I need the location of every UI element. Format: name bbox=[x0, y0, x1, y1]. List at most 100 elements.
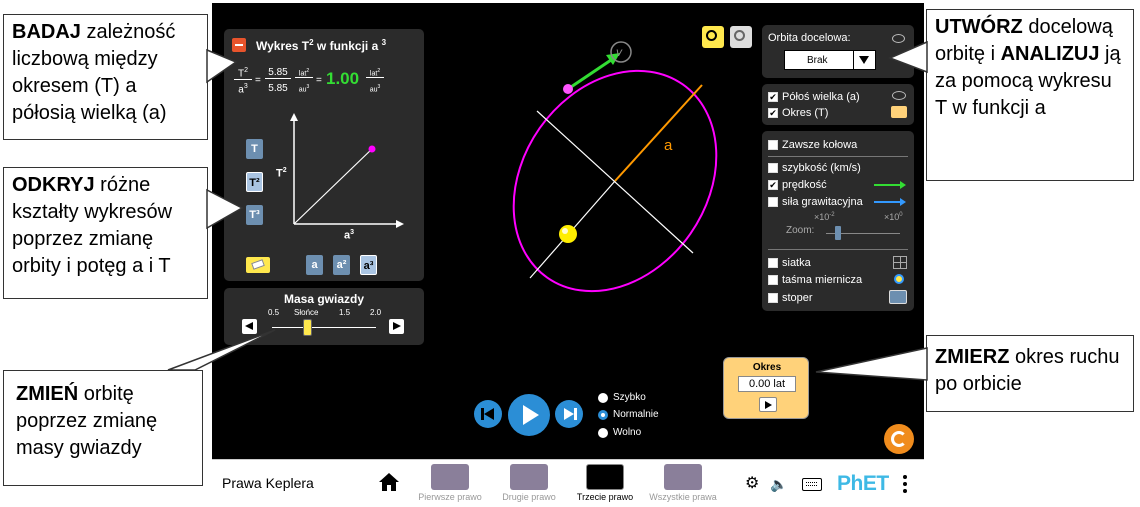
period-title: Okres bbox=[752, 362, 782, 373]
target-orbit-select[interactable]: Brak bbox=[784, 50, 876, 70]
callout-utworz: UTWÓRZ docelową orbitę i ANALIZUJ ją za … bbox=[926, 9, 1134, 181]
settings-button[interactable]: ⚙ bbox=[745, 476, 759, 492]
divider bbox=[768, 249, 908, 250]
stopwatch-checkbox[interactable]: stoper bbox=[768, 292, 813, 304]
radio-icon bbox=[598, 427, 608, 438]
mass-tick-sun: Słońce bbox=[294, 308, 319, 317]
target-orbit-label: Orbita docelowa: bbox=[768, 32, 851, 44]
menu-button[interactable] bbox=[902, 474, 908, 494]
mass-slider-thumb[interactable] bbox=[303, 319, 312, 336]
sim-title: Prawa Keplera bbox=[222, 475, 314, 491]
first-law-thumbnail bbox=[431, 464, 469, 490]
velocity-label: v bbox=[616, 45, 623, 59]
mass-panel: Masa gwiazdy 0.5 Słońce 1.5 2.0 bbox=[224, 288, 424, 345]
keyboard-help-button[interactable] bbox=[802, 478, 822, 491]
period-timer-box: Okres 0.00 lat bbox=[723, 357, 809, 419]
play-icon bbox=[523, 405, 539, 425]
graph-title: Wykres T2 w funkcji a 3 bbox=[256, 38, 387, 53]
velocity-arrow-icon bbox=[874, 184, 902, 186]
screen-third-law[interactable]: Trzecie prawo bbox=[570, 464, 640, 502]
vector-zoom-thumb[interactable] bbox=[835, 226, 841, 240]
play-button[interactable] bbox=[508, 394, 550, 436]
gear-icon: ⚙ bbox=[745, 475, 760, 492]
step-forward-button[interactable] bbox=[555, 400, 583, 428]
zoom-in-icon bbox=[734, 30, 745, 41]
callout-zmierz: ZMIERZ okres ruchu po orbicie bbox=[926, 335, 1134, 412]
third-law-thumbnail bbox=[586, 464, 624, 490]
semi-major-label: a bbox=[664, 137, 673, 154]
grid-checkbox[interactable]: siatka bbox=[768, 257, 811, 269]
collapse-button[interactable] bbox=[232, 38, 246, 52]
speed-option-normal[interactable]: Normalnie bbox=[598, 409, 659, 420]
graph-panel: Wykres T2 w funkcji a 3 T2 a3 = 5.85 5.8… bbox=[224, 29, 424, 281]
planet[interactable] bbox=[563, 84, 573, 94]
a-power-3-button[interactable]: a³ bbox=[360, 255, 377, 275]
eraser-button[interactable] bbox=[246, 257, 270, 273]
speed-checkbox[interactable]: szybkość (km/s) bbox=[768, 162, 861, 174]
zoom-min-label: ×10-2 bbox=[814, 212, 835, 222]
period-start-button[interactable] bbox=[759, 397, 777, 412]
sound-button[interactable]: 🔈 bbox=[770, 476, 787, 492]
home-button[interactable] bbox=[378, 472, 400, 492]
star bbox=[559, 225, 577, 243]
speed-option-slow[interactable]: Wolno bbox=[598, 427, 641, 438]
period-checkbox[interactable]: ✔ Okres (T) bbox=[768, 107, 828, 119]
radio-icon bbox=[598, 392, 608, 403]
screen-second-law[interactable]: Drugie prawo bbox=[494, 464, 564, 502]
grid-icon bbox=[893, 256, 907, 269]
mass-slider-track[interactable] bbox=[272, 327, 376, 328]
gravity-checkbox[interactable]: siła grawitacyjna bbox=[768, 196, 863, 208]
gravity-arrow-icon bbox=[874, 201, 902, 203]
play-icon bbox=[765, 401, 772, 409]
zoom-in-button[interactable] bbox=[730, 26, 752, 48]
mass-tick-1-5: 1.5 bbox=[339, 308, 351, 317]
always-circular-checkbox[interactable]: Zawsze kołowa bbox=[768, 139, 857, 151]
step-forward-icon bbox=[564, 408, 574, 420]
mass-panel-title: Masa gwiazdy bbox=[283, 292, 365, 306]
zoom-out-icon bbox=[706, 30, 717, 41]
ratio-result: 1.00 bbox=[326, 69, 360, 88]
zoom-label: Zoom: bbox=[786, 225, 815, 236]
measuring-tape-checkbox[interactable]: taśma miernicza bbox=[768, 274, 862, 286]
star-highlight bbox=[562, 228, 568, 234]
checkbox-icon: ✔ bbox=[768, 180, 778, 190]
mass-decrease-button[interactable] bbox=[242, 319, 257, 334]
target-orbit-value: Brak bbox=[807, 55, 828, 66]
ellipse-axes-icon bbox=[892, 91, 906, 100]
options-panel: Zawsze kołowa szybkość (km/s) ✔ prędkość … bbox=[762, 131, 914, 311]
t-power-1-button[interactable]: T bbox=[246, 139, 263, 159]
screen-first-law[interactable]: Pierwsze prawo bbox=[415, 464, 485, 502]
radio-icon bbox=[598, 409, 608, 420]
plot-point bbox=[368, 145, 376, 153]
velocity-vector[interactable] bbox=[567, 56, 615, 91]
a-power-2-button[interactable]: a² bbox=[333, 255, 350, 275]
semi-major-checkbox[interactable]: ✔ Półoś wielka (a) bbox=[768, 91, 860, 103]
checkbox-icon bbox=[768, 163, 778, 173]
ratio-equation: T2 a3 = 5.85 5.85 lat2 au3 = 1.00 lat2 a… bbox=[232, 67, 422, 103]
callout-odkryj: ODKRYJ różne kształty wykresów poprzez z… bbox=[3, 167, 208, 299]
velocity-checkbox[interactable]: ✔ prędkość bbox=[768, 179, 827, 191]
t-power-2-button[interactable]: T² bbox=[246, 172, 263, 192]
minus-icon bbox=[235, 44, 243, 46]
home-icon bbox=[379, 473, 399, 491]
mass-tick-min: 0.5 bbox=[268, 308, 280, 317]
reset-all-button[interactable] bbox=[884, 424, 914, 454]
screen-all-laws[interactable]: Wszystkie prawa bbox=[648, 464, 718, 502]
measuring-tape-icon bbox=[894, 274, 904, 284]
x-axis-arrow bbox=[396, 220, 404, 228]
step-back-button[interactable] bbox=[474, 400, 502, 428]
zoom-out-button[interactable] bbox=[702, 26, 724, 48]
phet-logo[interactable]: PhET bbox=[837, 472, 889, 496]
speed-option-fast[interactable]: Szybko bbox=[598, 392, 646, 403]
a-power-1-button[interactable]: a bbox=[306, 255, 323, 275]
divider bbox=[768, 156, 908, 157]
period-timer-icon bbox=[891, 106, 907, 118]
checkbox-icon: ✔ bbox=[768, 108, 778, 118]
target-orbit-panel: Orbita docelowa: Brak bbox=[762, 25, 914, 78]
reset-icon bbox=[891, 431, 907, 447]
chevron-down-icon bbox=[859, 56, 869, 64]
t-power-3-button[interactable]: T³ bbox=[246, 205, 263, 225]
orbit-icon bbox=[892, 34, 905, 43]
dropdown-button[interactable] bbox=[853, 51, 875, 69]
mass-increase-button[interactable] bbox=[389, 319, 404, 334]
